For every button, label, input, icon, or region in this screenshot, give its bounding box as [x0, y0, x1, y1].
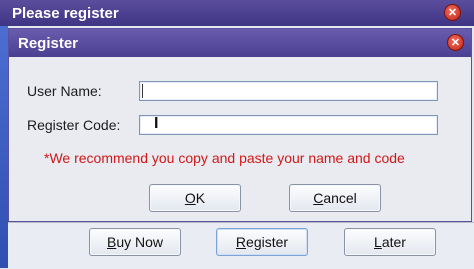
register-dialog-title: Register	[18, 35, 79, 52]
register-button[interactable]: Register	[216, 228, 308, 256]
username-label: User Name:	[27, 83, 102, 99]
ok-button[interactable]: OK	[149, 184, 241, 212]
register-code-field[interactable]: I	[139, 115, 438, 135]
register-code-label: Register Code:	[27, 117, 121, 133]
later-button[interactable]: Later	[344, 228, 436, 256]
text-caret	[142, 84, 143, 98]
dialog-close-icon[interactable]: ✕	[447, 34, 464, 51]
buy-now-button[interactable]: Buy Now	[89, 228, 181, 256]
window-left-edge	[0, 26, 8, 268]
ibeam-cursor-icon: I	[154, 115, 159, 132]
cancel-button[interactable]: Cancel	[289, 184, 381, 212]
outer-close-icon[interactable]: ✕	[444, 4, 461, 21]
username-field[interactable]	[139, 81, 438, 101]
outer-window-titlebar: Please register	[0, 0, 474, 26]
register-dialog-titlebar: Register	[9, 29, 471, 57]
outer-window-title: Please register	[12, 5, 119, 22]
recommendation-note: *We recommend you copy and paste your na…	[44, 150, 405, 166]
register-dialog: Register ✕ User Name: Register Code: I *…	[8, 28, 472, 222]
